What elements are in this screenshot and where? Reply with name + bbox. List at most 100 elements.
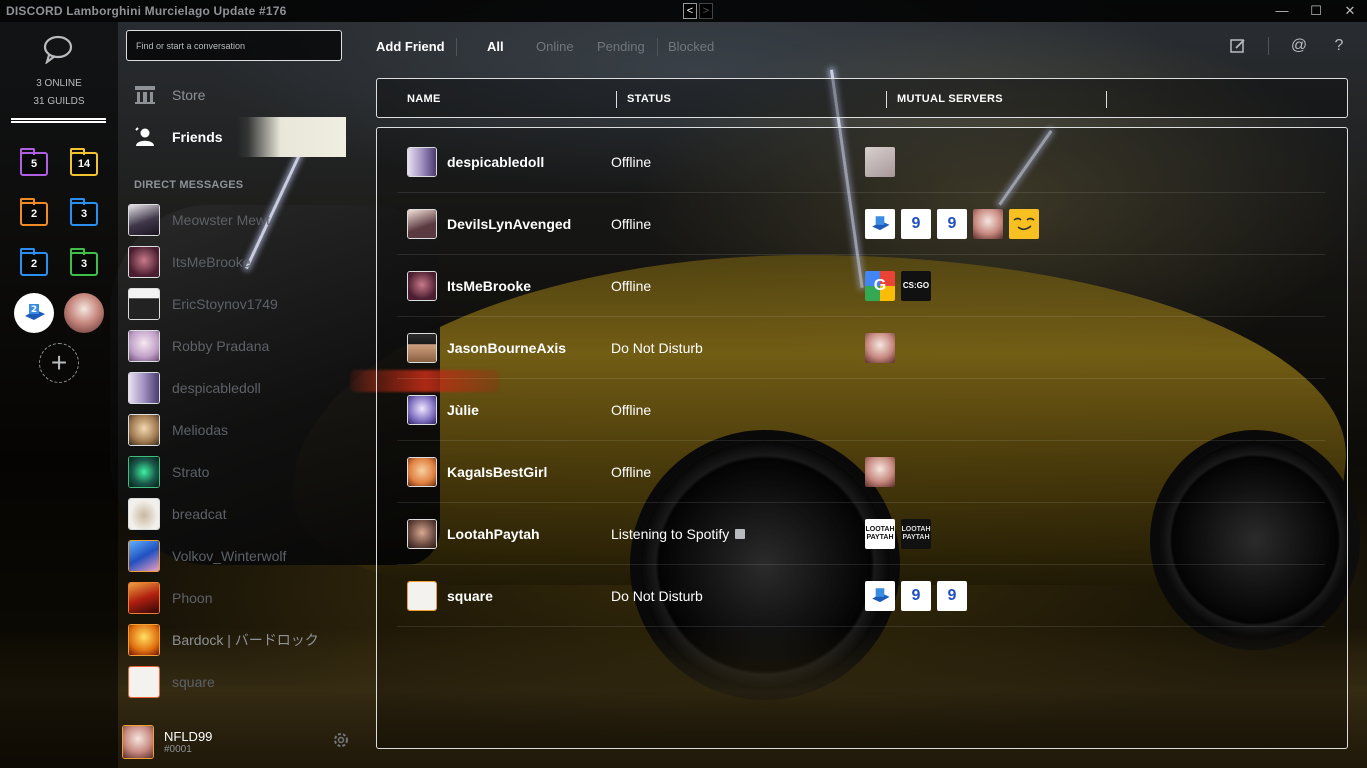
status-text: Listening to Spotify xyxy=(611,525,730,542)
server-icon[interactable] xyxy=(865,146,895,177)
add-server-button[interactable]: + xyxy=(39,343,79,383)
folder-count: 3 xyxy=(80,258,88,270)
friend-row[interactable]: despicabledoll Offline xyxy=(397,131,1325,193)
server-icon[interactable] xyxy=(1009,208,1039,239)
nav-friends[interactable]: Friends xyxy=(128,117,346,157)
nav-friends-label: Friends xyxy=(172,129,223,145)
user-avatar[interactable] xyxy=(122,725,154,759)
guild-folder-icon[interactable]: 5 xyxy=(20,148,48,176)
tab-online[interactable]: Online xyxy=(536,39,574,54)
avatar xyxy=(128,666,160,698)
dm-item[interactable]: square xyxy=(128,664,348,700)
window-controls: — ☐ ✕ xyxy=(1265,0,1367,22)
status-text: Offline xyxy=(611,277,652,294)
column-header-mutual-servers[interactable]: MUTUAL SERVERS xyxy=(897,93,1003,105)
guild-folder-icon[interactable]: 2 xyxy=(20,198,48,226)
dm-name: Meliodas xyxy=(172,422,229,438)
store-icon xyxy=(132,83,158,107)
friend-row[interactable]: ItsMeBrooke Offline G CS:GO xyxy=(397,255,1325,317)
server-icon[interactable]: 9 xyxy=(901,580,931,611)
server-icon[interactable] xyxy=(973,208,1003,239)
dm-item[interactable]: Strato xyxy=(128,454,348,490)
dm-item[interactable]: Robby Pradana xyxy=(128,328,348,364)
add-friend-button[interactable]: Add Friend xyxy=(376,39,445,54)
friends-list: despicabledoll Offline DevilsLynAvenged … xyxy=(376,127,1348,749)
server-icon[interactable] xyxy=(865,580,895,611)
server-icon[interactable]: G xyxy=(865,270,895,301)
search-input[interactable]: Find or start a conversation xyxy=(126,30,342,61)
maximize-button[interactable]: ☐ xyxy=(1299,0,1333,22)
guild-folder-icon[interactable]: 14 xyxy=(70,148,98,176)
server-icon[interactable] xyxy=(865,208,895,239)
back-button[interactable]: < xyxy=(683,3,697,19)
mentions-icon[interactable]: @ xyxy=(1289,36,1309,56)
new-group-dm-icon[interactable] xyxy=(1228,36,1248,56)
dm-item[interactable]: Meliodas xyxy=(128,412,348,448)
avatar xyxy=(128,624,160,656)
avatar xyxy=(128,414,160,446)
friend-row[interactable]: JasonBourneAxis Do Not Disturb xyxy=(397,317,1325,379)
server-icon[interactable] xyxy=(865,456,895,487)
tab-all[interactable]: All xyxy=(487,39,504,54)
friend-name: JasonBourneAxis xyxy=(447,339,567,356)
server-icon[interactable] xyxy=(865,332,895,363)
dm-name: Robby Pradana xyxy=(172,338,270,354)
gear-icon[interactable] xyxy=(332,731,350,749)
tab-blocked[interactable]: Blocked xyxy=(668,39,714,54)
column-header-status[interactable]: STATUS xyxy=(627,93,671,105)
friend-row[interactable]: Jùlie Offline xyxy=(397,379,1325,441)
dm-item[interactable]: ItsMeBrooke xyxy=(128,244,348,280)
column-divider xyxy=(1106,91,1107,108)
server-icon[interactable]: 9 xyxy=(937,208,967,239)
dm-item[interactable]: Bardock | バードロック xyxy=(128,622,348,658)
friend-row[interactable]: square Do Not Disturb 9 9 xyxy=(397,565,1325,627)
user-tag: #0001 xyxy=(164,744,192,755)
avatar xyxy=(407,518,437,549)
server-icon[interactable]: CS:GO xyxy=(901,270,931,301)
dm-name: square xyxy=(172,674,215,690)
avatar xyxy=(407,270,437,301)
server-icon[interactable]: LOOTAH PAYTAH xyxy=(865,518,895,549)
friend-name: DevilsLynAvenged xyxy=(447,215,572,232)
guild-folder-icon[interactable]: 3 xyxy=(70,248,98,276)
status-text: Do Not Disturb xyxy=(611,587,703,604)
server-icon[interactable] xyxy=(64,293,104,333)
nav-store-label: Store xyxy=(172,87,206,103)
column-header-name[interactable]: NAME xyxy=(407,93,441,105)
dm-item[interactable]: Meowster Mewt xyxy=(128,202,348,238)
tab-pending[interactable]: Pending xyxy=(597,39,645,54)
friend-row[interactable]: DevilsLynAvenged Offline 9 9 xyxy=(397,193,1325,255)
guild-folder-icon[interactable]: 3 xyxy=(70,198,98,226)
mutual-servers xyxy=(865,332,895,363)
dm-name: breadcat xyxy=(172,506,227,522)
rich-presence-icon[interactable] xyxy=(735,528,746,539)
mutual-servers xyxy=(865,456,895,487)
dm-item[interactable]: breadcat xyxy=(128,496,348,532)
folder-count: 3 xyxy=(80,208,88,220)
server-icon[interactable]: LOOTAH PAYTAH xyxy=(901,518,931,549)
close-button[interactable]: ✕ xyxy=(1333,0,1367,22)
help-icon[interactable]: ? xyxy=(1329,36,1349,56)
friend-row[interactable]: KagaIsBestGirl Offline xyxy=(397,441,1325,503)
nav-store[interactable]: Store xyxy=(128,75,346,115)
server-icon[interactable]: 9 xyxy=(901,208,931,239)
friends-tab-bar: Add Friend All Online Pending Blocked @ … xyxy=(358,22,1367,70)
chat-bubble-icon xyxy=(43,35,73,65)
dm-name: despicabledoll xyxy=(172,380,261,396)
dm-item[interactable]: Volkov_Winterwolf xyxy=(128,538,348,574)
server-icon[interactable]: 9 xyxy=(937,580,967,611)
dm-item[interactable]: Phoon xyxy=(128,580,348,616)
minimize-button[interactable]: — xyxy=(1265,0,1299,22)
avatar xyxy=(128,372,160,404)
forward-button[interactable]: > xyxy=(699,3,713,19)
server-icon[interactable]: 2 xyxy=(14,293,54,333)
friend-row[interactable]: LootahPaytah Listening to Spotify LOOTAH… xyxy=(397,503,1325,565)
mutual-servers: 9 9 xyxy=(865,580,967,611)
avatar xyxy=(407,394,437,425)
home-button[interactable] xyxy=(40,34,76,65)
dm-item[interactable]: despicabledoll xyxy=(128,370,348,406)
avatar xyxy=(128,288,160,320)
dm-item[interactable]: EricStoynov1749 xyxy=(128,286,348,322)
guild-folder-icon[interactable]: 2 xyxy=(20,248,48,276)
dm-name: ItsMeBrooke xyxy=(172,254,251,270)
